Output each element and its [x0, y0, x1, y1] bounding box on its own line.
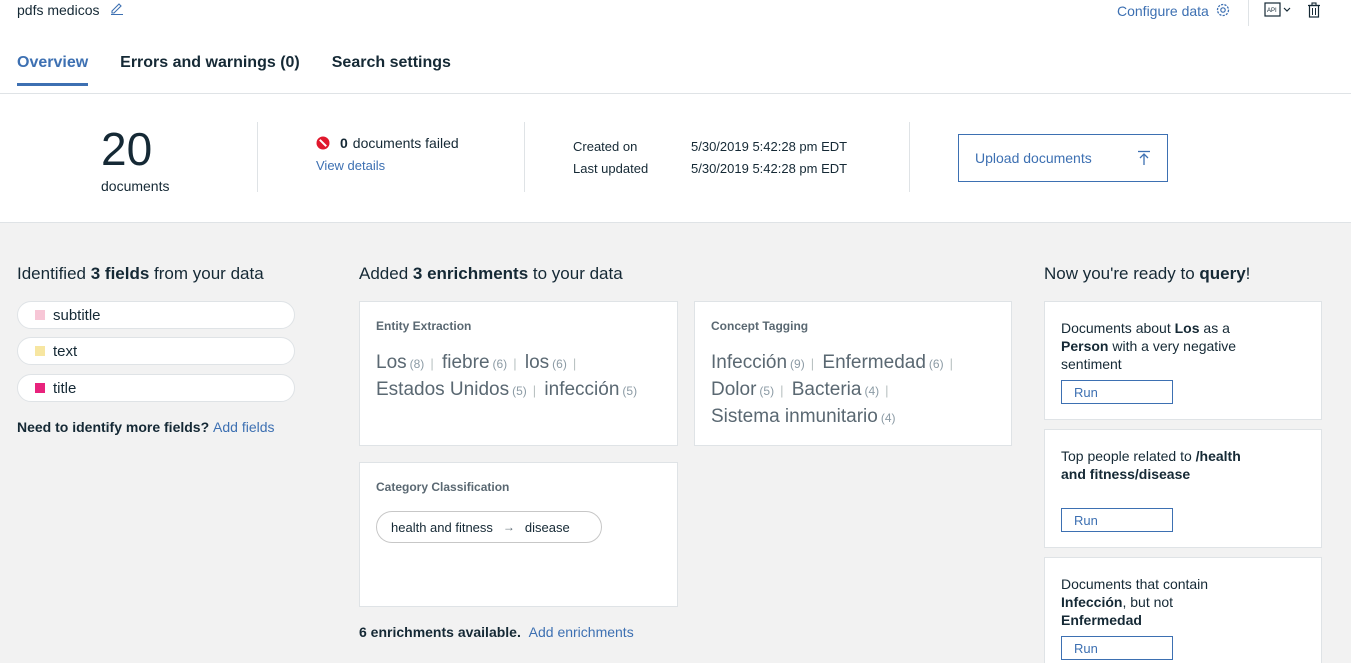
- updated-label: Last updated: [573, 161, 649, 176]
- failed-count: 0: [340, 135, 348, 151]
- tag-separator: |: [430, 356, 434, 371]
- tag-separator: |: [532, 383, 537, 398]
- tag-count: (5): [622, 384, 638, 398]
- tag-separator: |: [780, 383, 784, 398]
- failed-documents: 0 documents failed: [316, 135, 459, 151]
- add-fields-link[interactable]: Add fields: [213, 419, 274, 435]
- document-count: 20: [101, 123, 153, 175]
- field-pill[interactable]: text: [17, 337, 295, 365]
- tab-search-settings[interactable]: Search settings: [332, 54, 451, 86]
- tag-term: Enfermedad: [822, 352, 926, 373]
- identify-more-fields: Need to identify more fields? Add fields: [17, 419, 275, 435]
- divider: [909, 122, 910, 192]
- svg-text:API: API: [1267, 8, 1277, 14]
- header-divider: [1248, 0, 1249, 26]
- enrichments-heading: Added 3 enrichments to your data: [359, 264, 623, 283]
- concept-tagging-card: Concept Tagging Infección (9) | Enfermedad…: [694, 301, 1012, 446]
- error-icon: [316, 136, 330, 150]
- created-value: 5/30/2019 5:42:28 pm EDT: [691, 139, 848, 154]
- tab-bar: Overview Errors and warnings (0) Search …: [17, 54, 451, 86]
- query-suggestion-card: Top people related to /health and fitnes…: [1044, 429, 1322, 548]
- card-title: Category Classification: [376, 480, 510, 494]
- tag-separator: |: [810, 356, 815, 371]
- tag-count: (5): [759, 384, 775, 398]
- created-label: Created on: [573, 139, 638, 154]
- divider: [524, 122, 525, 192]
- tag-count: (6): [552, 357, 567, 371]
- query-text: Documents about Los as a Person with a v…: [1061, 320, 1237, 372]
- field-pill[interactable]: subtitle: [17, 301, 295, 329]
- tag-term: Sistema inmunitario: [711, 406, 878, 427]
- field-color-swatch: [35, 346, 45, 356]
- gear-icon[interactable]: [1215, 2, 1231, 18]
- query-heading: Now you're ready to query!: [1044, 264, 1251, 283]
- query-suggestion-card: Documents about Los as a Person with a v…: [1044, 301, 1322, 420]
- fields-heading: Identified 3 fields from your data: [17, 264, 264, 283]
- api-icon[interactable]: API: [1264, 2, 1292, 18]
- query-text: Top people related to /health and fitnes…: [1061, 448, 1241, 482]
- tag-separator: |: [949, 356, 953, 371]
- arrow-right-icon: →: [502, 520, 515, 534]
- tag-count: (6): [928, 357, 944, 371]
- category-child: disease: [524, 519, 570, 535]
- category-path-pill[interactable]: health and fitness → disease: [376, 511, 602, 543]
- tag-term: Infección: [711, 352, 788, 373]
- field-name: subtitle: [53, 306, 101, 324]
- card-title: Entity Extraction: [376, 319, 472, 333]
- trash-icon[interactable]: [1306, 2, 1322, 18]
- configure-data-link[interactable]: Configure data: [1117, 3, 1209, 19]
- run-query-button[interactable]: Run: [1061, 508, 1173, 532]
- tag-count: (4): [864, 384, 880, 398]
- add-enrichments-link[interactable]: Add enrichments: [529, 624, 634, 640]
- tag-count: (4): [880, 411, 896, 425]
- tag-count: (9): [790, 357, 805, 371]
- tag-term: Los: [376, 352, 407, 373]
- field-color-swatch: [35, 383, 45, 393]
- tag-term: Bacteria: [791, 379, 862, 400]
- header-bar: pdfs medicos Configure data API Overview…: [0, 0, 1351, 94]
- updated-value: 5/30/2019 5:42:28 pm EDT: [691, 161, 848, 176]
- entity-tag-list: Los (8) | fiebre (6) | los (6) | Estados Unido…: [376, 350, 663, 404]
- dates-block: Created on 5/30/2019 5:42:28 pm EDT Last…: [573, 136, 847, 180]
- tag-separator: |: [513, 356, 517, 371]
- concept-tag-list: Infección (9) | Enfermedad (6) | Dolor (5) | B…: [711, 350, 997, 431]
- document-count-label: documents: [101, 178, 170, 194]
- category-classification-card: Category Classification health and fitne…: [359, 462, 678, 607]
- tag-term: infección: [544, 379, 620, 400]
- card-title: Concept Tagging: [711, 319, 809, 333]
- tag-count: (6): [492, 357, 508, 371]
- field-color-swatch: [35, 310, 45, 320]
- upload-label: Upload documents: [975, 150, 1092, 166]
- upload-icon: [1138, 150, 1150, 165]
- category-parent: health and fitness: [391, 519, 493, 535]
- entity-extraction-card: Entity Extraction Los (8) | fiebre (6) | los…: [359, 301, 678, 446]
- enrichments-available: 6 enrichments available. Add enrichments: [359, 624, 634, 640]
- stats-panel: 20 documents 0 documents failed View det…: [0, 95, 1351, 223]
- divider: [257, 122, 258, 192]
- tag-term: Dolor: [711, 379, 757, 400]
- tag-term: Estados Unidos: [376, 379, 510, 400]
- field-name: title: [53, 379, 77, 397]
- tag-term: los: [524, 352, 550, 373]
- failed-label: documents failed: [352, 135, 459, 151]
- pencil-icon[interactable]: [110, 1, 124, 15]
- query-suggestion-card: Documents that contain Infección, but no…: [1044, 557, 1322, 663]
- field-pill[interactable]: title: [17, 374, 295, 402]
- tag-term: fiebre: [441, 352, 490, 373]
- tag-count: (5): [512, 384, 527, 398]
- tag-separator: |: [885, 383, 889, 398]
- run-query-button[interactable]: Run: [1061, 636, 1173, 660]
- collection-name: pdfs medicos: [17, 2, 100, 18]
- query-text: Documents that contain Infección, but no…: [1061, 576, 1209, 628]
- run-query-button[interactable]: Run: [1061, 380, 1173, 404]
- upload-documents-button[interactable]: Upload documents: [958, 134, 1168, 182]
- summary-area: Identified 3 fields from your data subti…: [0, 223, 1351, 663]
- tab-overview[interactable]: Overview: [17, 54, 89, 86]
- tab-errors-and-warnings[interactable]: Errors and warnings (0): [120, 54, 300, 86]
- tag-separator: |: [572, 356, 577, 371]
- field-name: text: [53, 342, 78, 360]
- view-details-link[interactable]: View details: [316, 158, 385, 173]
- tag-count: (8): [409, 357, 425, 371]
